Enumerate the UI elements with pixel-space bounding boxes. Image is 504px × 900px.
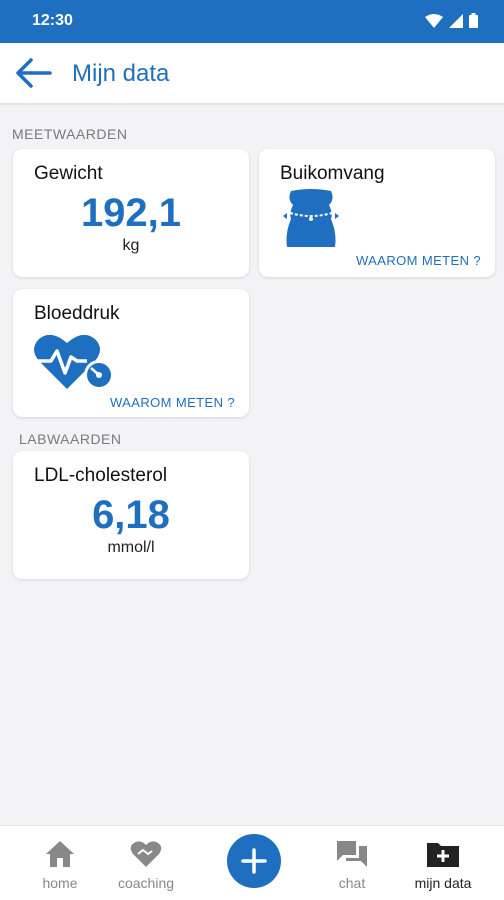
- status-bar: 12:30: [0, 0, 504, 43]
- nav-coaching[interactable]: coaching: [104, 826, 188, 900]
- nav-home-label: home: [42, 875, 78, 891]
- page-title: Mijn data: [72, 60, 170, 87]
- card-title: Gewicht: [34, 163, 103, 184]
- wifi-icon: [425, 13, 443, 28]
- card-title: Buikomvang: [280, 163, 385, 184]
- weight-value: 192,1: [80, 191, 182, 235]
- chat-icon: [337, 841, 367, 867]
- battery-icon: [469, 13, 478, 28]
- home-icon: [46, 841, 74, 867]
- heart-handshake-icon: [130, 841, 162, 867]
- plus-icon: [241, 848, 267, 874]
- app-bar: Mijn data: [0, 43, 504, 105]
- card-gewicht[interactable]: Gewicht 192,1 kg: [13, 149, 249, 277]
- status-time: 12:30: [32, 12, 73, 29]
- nav-home[interactable]: home: [20, 826, 100, 900]
- waarom-meten-link[interactable]: WAAROM METEN ?: [356, 253, 481, 268]
- nav-coaching-label: coaching: [117, 875, 175, 891]
- add-button[interactable]: [227, 834, 281, 888]
- status-icons: [425, 13, 478, 28]
- waarom-meten-link[interactable]: WAAROM METEN ?: [110, 395, 235, 410]
- card-bloeddruk[interactable]: Bloeddruk WAAROM METEN ?: [13, 289, 249, 417]
- card-buikomvang[interactable]: Buikomvang WAAROM METEN ?: [259, 149, 495, 277]
- weight-unit: kg: [122, 237, 140, 254]
- back-arrow-icon[interactable]: [14, 57, 52, 89]
- signal-icon: [449, 13, 463, 28]
- nav-chat-label: chat: [338, 875, 366, 891]
- card-title: LDL-cholesterol: [34, 465, 168, 486]
- heart-pulse-icon: [34, 334, 114, 390]
- section-labwaarden: LABWAARDEN: [19, 431, 122, 447]
- section-meetwaarden: MEETWAARDEN: [12, 126, 128, 142]
- card-title: Bloeddruk: [34, 303, 120, 324]
- ldl-unit: mmol/l: [107, 539, 155, 556]
- nav-chat[interactable]: chat: [312, 826, 392, 900]
- nav-mijn-data[interactable]: mijn data: [400, 826, 486, 900]
- card-ldl-cholesterol[interactable]: LDL-cholesterol 6,18 mmol/l: [13, 451, 249, 579]
- nav-mijn-data-label: mijn data: [414, 875, 472, 891]
- ldl-value: 6,18: [92, 493, 170, 537]
- folder-plus-icon: [427, 843, 459, 867]
- waist-icon: [283, 189, 339, 247]
